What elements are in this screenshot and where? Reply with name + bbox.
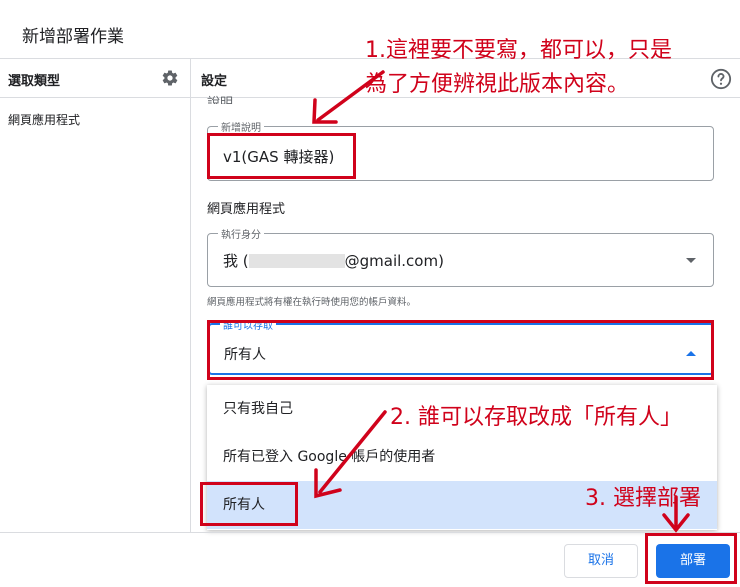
annotation-box-access	[207, 320, 714, 380]
annotation-note-3: 3. 選擇部署	[585, 486, 701, 511]
cancel-button[interactable]: 取消	[564, 544, 638, 578]
type-item-webapp[interactable]: 網頁應用程式	[8, 111, 80, 128]
option-google-users[interactable]: 所有已登入 Google 帳戶的使用者	[207, 433, 717, 481]
annotation-box-deploy	[645, 533, 737, 584]
left-panel-header: 選取類型	[0, 58, 190, 98]
footer-divider	[0, 532, 740, 533]
redacted-email-block	[248, 254, 345, 268]
execute-as-hint: 網頁應用程式將有權在執行時使用您的帳戶資料。	[207, 297, 417, 308]
annotation-box-description	[207, 133, 356, 179]
annotation-note-1-line1: 1.這裡要不要寫，都可以，只是	[365, 38, 672, 63]
gear-icon[interactable]	[161, 69, 179, 87]
webapp-section-label: 網頁應用程式	[207, 202, 286, 217]
help-icon[interactable]	[710, 68, 732, 90]
annotation-note-2: 2. 誰可以存取改成「所有人」	[390, 405, 682, 430]
execute-as-value: 我 (@gmail.com)	[223, 252, 444, 270]
dialog-title: 新增部署作業	[22, 27, 124, 47]
description-legend: 新增說明	[218, 119, 264, 134]
annotation-note-1-line2: 為了方便辨視此版本內容。	[365, 72, 630, 97]
panel-divider	[190, 58, 191, 532]
settings-title: 設定	[201, 74, 228, 89]
description-section-label: 說明	[207, 96, 234, 104]
left-panel-title: 選取類型	[8, 74, 61, 89]
annotation-box-anyone	[200, 482, 298, 526]
chevron-down-icon	[686, 258, 696, 263]
execute-as-legend: 執行身分	[218, 226, 264, 241]
execute-as-select[interactable]: 執行身分 我 (@gmail.com)	[207, 226, 714, 287]
